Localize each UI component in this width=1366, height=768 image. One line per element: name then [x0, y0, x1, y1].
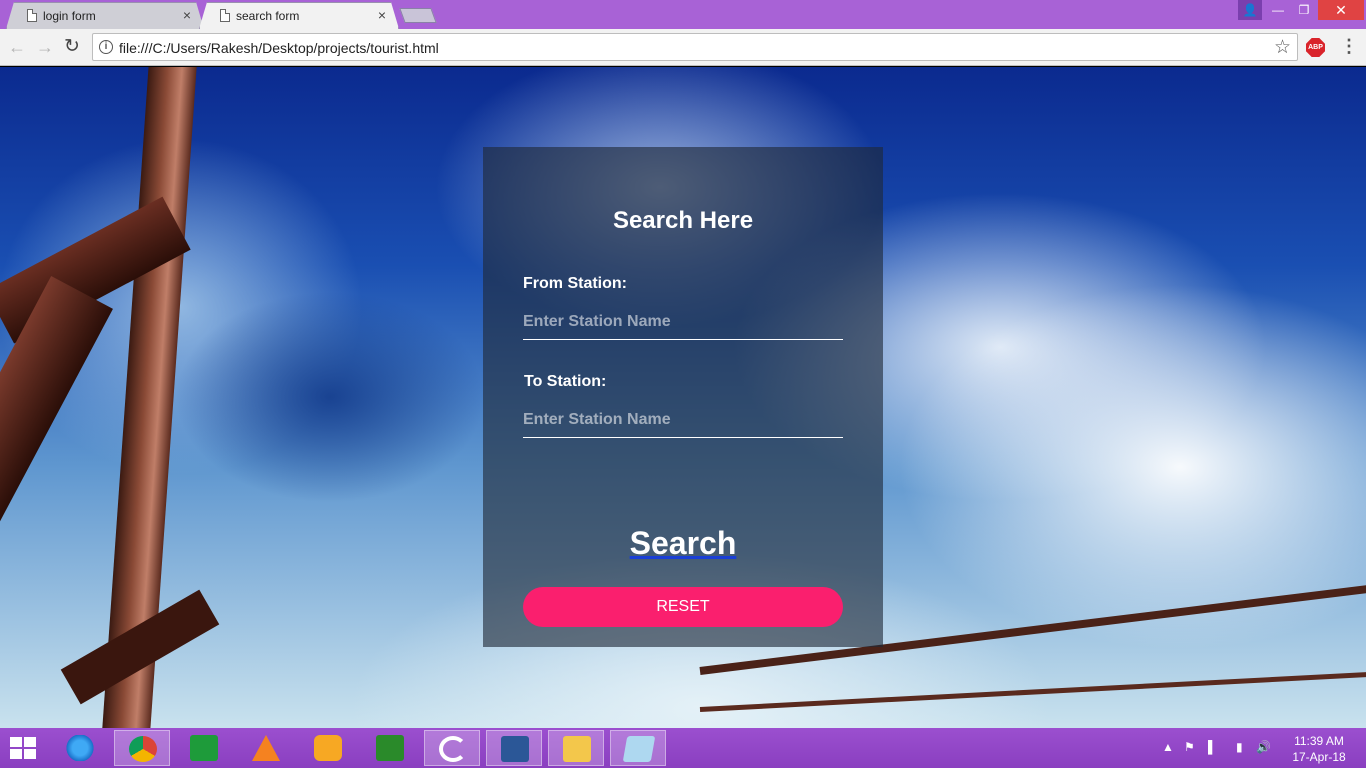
user-icon[interactable]: 👤: [1238, 0, 1262, 20]
close-tab-icon[interactable]: ×: [378, 7, 386, 23]
volume-icon[interactable]: 🔊: [1256, 740, 1271, 754]
file-explorer-icon[interactable]: [548, 730, 604, 766]
search-form-card: Search Here From Station: To Station: Se…: [483, 147, 883, 647]
address-bar[interactable]: i file:///C:/Users/Rakesh/Desktop/projec…: [92, 33, 1298, 61]
background-railing: [699, 670, 1366, 712]
form-title: Search Here: [612, 207, 754, 234]
reload-icon[interactable]: ↻: [64, 35, 80, 58]
to-station-input[interactable]: [523, 402, 843, 438]
vlc-icon[interactable]: [238, 730, 294, 766]
clock-time: 11:39 AM: [1294, 734, 1344, 748]
taskbar-clock[interactable]: 11:39 AM 17-Apr-18: [1286, 733, 1352, 765]
info-icon[interactable]: i: [99, 40, 113, 54]
search-button[interactable]: Search: [483, 525, 883, 562]
browser-toolbar: ← → ↻ i file:///C:/Users/Rakesh/Desktop/…: [0, 29, 1366, 66]
tab-title: login form: [43, 9, 96, 23]
close-window-button[interactable]: ✕: [1318, 0, 1364, 20]
new-tab-button[interactable]: [399, 8, 437, 23]
forward-arrow-icon[interactable]: →: [36, 37, 54, 58]
notepad-icon[interactable]: [610, 730, 666, 766]
internet-explorer-icon[interactable]: [52, 730, 108, 766]
tab-search-form[interactable]: search form ×: [199, 2, 399, 29]
media-player-icon[interactable]: [300, 730, 356, 766]
maximize-button[interactable]: ❐: [1292, 0, 1316, 20]
tab-login-form[interactable]: login form ×: [6, 2, 204, 29]
adblock-plus-icon[interactable]: ABP: [1306, 38, 1325, 57]
minimize-button[interactable]: —: [1266, 0, 1290, 20]
stock-chart-app-icon[interactable]: [362, 730, 418, 766]
clock-date: 17-Apr-18: [1292, 750, 1346, 764]
tab-strip: login form × search form × 👤 — ❐ ✕: [0, 0, 1366, 29]
tab-title: search form: [236, 9, 300, 23]
windows-taskbar: ▲ ⚑ ▌ ▮ 🔊 11:39 AM 17-Apr-18: [0, 728, 1366, 768]
network-signal-icon[interactable]: ▌: [1208, 740, 1217, 754]
reset-button[interactable]: RESET: [523, 587, 843, 627]
page-icon: [220, 9, 230, 22]
windows-start-icon[interactable]: [10, 737, 38, 761]
battery-icon[interactable]: ▮: [1236, 740, 1243, 754]
close-tab-icon[interactable]: ×: [183, 7, 191, 23]
from-station-input[interactable]: [523, 304, 843, 340]
from-station-label: From Station:: [523, 275, 627, 292]
bookmark-star-icon[interactable]: ☆: [1274, 36, 1291, 59]
kebab-menu-icon[interactable]: ⋮: [1340, 36, 1358, 57]
page-icon: [27, 9, 37, 22]
chrome-icon[interactable]: [114, 730, 170, 766]
windows-store-icon[interactable]: [176, 730, 232, 766]
cyberlink-app-icon[interactable]: [424, 730, 480, 766]
microsoft-word-icon[interactable]: [486, 730, 542, 766]
show-hidden-icons-icon[interactable]: ▲: [1162, 740, 1174, 754]
to-station-label: To Station:: [524, 373, 607, 390]
action-center-flag-icon[interactable]: ⚑: [1184, 740, 1195, 754]
back-arrow-icon[interactable]: ←: [8, 37, 26, 58]
url-text[interactable]: file:///C:/Users/Rakesh/Desktop/projects…: [119, 40, 439, 56]
page-viewport: Search Here From Station: To Station: Se…: [0, 67, 1366, 728]
